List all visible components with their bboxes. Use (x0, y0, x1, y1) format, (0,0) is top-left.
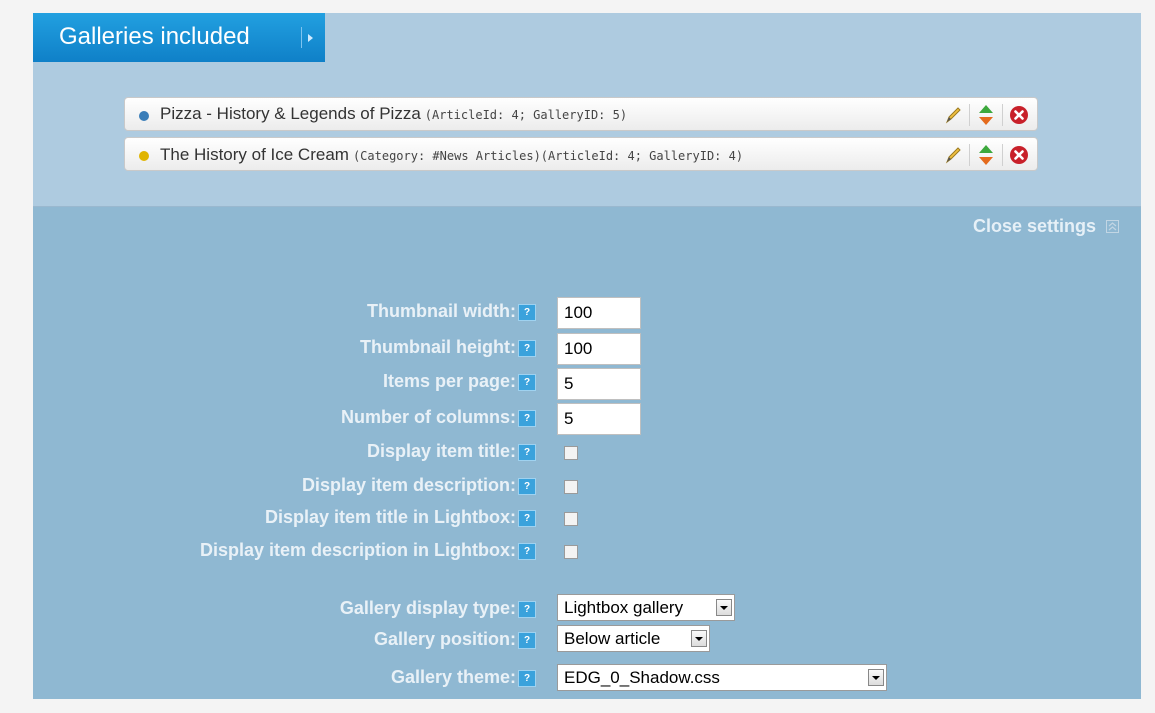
items-per-page-input[interactable]: 5 (557, 368, 641, 400)
display-title-lightbox-checkbox[interactable] (564, 512, 578, 526)
help-icon[interactable]: ? (518, 410, 536, 427)
move-updown-icon[interactable] (974, 143, 998, 167)
galleries-included-area: Galleries included Pizza - History & Leg… (33, 13, 1141, 207)
thumbnail-width-input[interactable]: 100 (557, 297, 641, 329)
display-item-title-label: Display item title: (366, 441, 516, 461)
tab-title: Galleries included (59, 23, 250, 50)
thumbnail-height-label: Thumbnail height: (360, 337, 516, 357)
galleries-included-tab[interactable]: Galleries included (33, 13, 325, 62)
help-icon[interactable]: ? (518, 632, 536, 649)
edit-pencil-icon[interactable] (941, 143, 965, 167)
gallery-meta: (Category: #News Articles)(ArticleId: 4;… (352, 149, 744, 163)
display-title-lightbox-label: Display item title in Lightbox: (264, 507, 516, 527)
help-icon[interactable]: ? (518, 340, 536, 357)
gallery-display-type-label: Gallery display type: (339, 598, 516, 618)
help-icon[interactable]: ? (518, 444, 536, 461)
collapse-icon[interactable] (1106, 220, 1119, 233)
help-icon[interactable]: ? (518, 601, 536, 618)
chevron-right-icon[interactable] (301, 27, 319, 48)
gallery-settings-panel: Galleries included Pizza - History & Leg… (33, 13, 1141, 699)
gallery-title: Pizza - History & Legends of Pizza (160, 104, 421, 123)
chevron-down-icon[interactable] (691, 630, 707, 647)
gallery-item: The History of Ice Cream (Category: #News… (124, 137, 1038, 171)
help-icon[interactable]: ? (518, 374, 536, 391)
help-icon[interactable]: ? (518, 478, 536, 495)
edit-pencil-icon[interactable] (941, 103, 965, 127)
number-of-columns-label: Number of columns: (340, 407, 516, 427)
gallery-actions (941, 142, 1031, 168)
status-dot-icon (139, 151, 149, 161)
close-settings-button[interactable]: Close settings (973, 216, 1119, 237)
gallery-theme-label: Gallery theme: (390, 667, 516, 687)
display-description-lightbox-label: Display item description in Lightbox: (199, 540, 516, 560)
display-item-description-label: Display item description: (301, 475, 516, 495)
gallery-meta: (ArticleId: 4; GalleryID: 5) (424, 108, 628, 122)
display-description-lightbox-checkbox[interactable] (564, 545, 578, 559)
gallery-title: The History of Ice Cream (160, 145, 349, 164)
move-updown-icon[interactable] (974, 103, 998, 127)
delete-icon[interactable] (1007, 143, 1031, 167)
help-icon[interactable]: ? (518, 304, 536, 321)
display-item-title-checkbox[interactable] (564, 446, 578, 460)
chevron-down-icon[interactable] (868, 669, 884, 686)
help-icon[interactable]: ? (518, 510, 536, 527)
close-settings-label: Close settings (972, 216, 1096, 236)
delete-icon[interactable] (1007, 103, 1031, 127)
thumbnail-height-input[interactable]: 100 (557, 333, 641, 365)
chevron-down-icon[interactable] (716, 599, 732, 616)
gallery-position-select[interactable]: Below article (557, 625, 710, 652)
gallery-theme-value: EDG_0_Shadow.css (564, 668, 720, 687)
gallery-theme-select[interactable]: EDG_0_Shadow.css (557, 664, 887, 691)
gallery-actions (941, 102, 1031, 128)
display-item-description-checkbox[interactable] (564, 480, 578, 494)
thumbnail-width-label: Thumbnail width: (367, 301, 516, 321)
gallery-display-type-select[interactable]: Lightbox gallery (557, 594, 735, 621)
help-icon[interactable]: ? (518, 670, 536, 687)
gallery-position-label: Gallery position: (373, 629, 516, 649)
gallery-item: Pizza - History & Legends of Pizza (Artic… (124, 97, 1038, 131)
status-dot-icon (139, 111, 149, 121)
items-per-page-label: Items per page: (382, 371, 516, 391)
help-icon[interactable]: ? (518, 543, 536, 560)
gallery-display-type-value: Lightbox gallery (564, 598, 684, 617)
gallery-position-value: Below article (564, 629, 661, 648)
number-of-columns-input[interactable]: 5 (557, 403, 641, 435)
